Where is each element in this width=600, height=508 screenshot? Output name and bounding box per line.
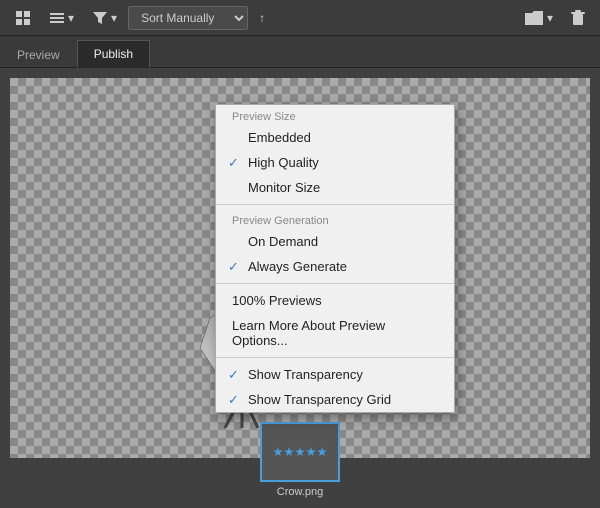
sort-select[interactable]: Sort Manually (128, 6, 248, 30)
filter-btn[interactable]: ▾ (85, 6, 124, 30)
divider-3 (216, 357, 454, 358)
menu-item-learn-more[interactable]: Learn More About Preview Options... (216, 313, 454, 353)
toolbar: ▾ ▾ Sort Manually ↑ ▾ (0, 0, 600, 36)
file-stars (273, 447, 327, 457)
menu-item-100-previews[interactable]: 100% Previews (216, 288, 454, 313)
preview-size-section-label: Preview Size (216, 105, 454, 125)
menu-item-on-demand[interactable]: On Demand (216, 229, 454, 254)
dropdown-menu: Preview Size Embedded High Quality Monit… (215, 104, 455, 413)
star-1 (273, 447, 283, 457)
tab-publish[interactable]: Publish (77, 40, 150, 68)
main-content: Crow.png Preview Size Embedded High Qual… (0, 68, 600, 508)
preview-gen-section-label: Preview Generation (216, 209, 454, 229)
thumbnails-btn[interactable] (8, 6, 38, 30)
menu-item-show-transparency-grid[interactable]: Show Transparency Grid (216, 387, 454, 412)
view-chevron: ▾ (68, 11, 74, 25)
menu-item-show-transparency[interactable]: Show Transparency (216, 362, 454, 387)
star-5 (317, 447, 327, 457)
star-4 (306, 447, 316, 457)
filter-chevron: ▾ (111, 11, 117, 25)
folder-chevron: ▾ (547, 11, 553, 25)
menu-item-embedded[interactable]: Embedded (216, 125, 454, 150)
star-2 (284, 447, 294, 457)
divider-1 (216, 204, 454, 205)
star-3 (295, 447, 305, 457)
delete-btn[interactable] (564, 6, 592, 30)
file-thumbnail (260, 422, 340, 482)
file-item[interactable]: Crow.png (260, 422, 340, 498)
menu-item-monitor-size[interactable]: Monitor Size (216, 175, 454, 200)
file-name: Crow.png (277, 486, 323, 498)
sort-direction-btn[interactable]: ↑ (252, 7, 272, 29)
tab-preview[interactable]: Preview (0, 41, 77, 68)
view-options-btn[interactable]: ▾ (42, 6, 81, 30)
tab-bar: Preview Publish (0, 36, 600, 68)
folder-btn[interactable]: ▾ (517, 6, 560, 30)
menu-item-always-generate[interactable]: Always Generate (216, 254, 454, 279)
menu-item-high-quality[interactable]: High Quality (216, 150, 454, 175)
divider-2 (216, 283, 454, 284)
